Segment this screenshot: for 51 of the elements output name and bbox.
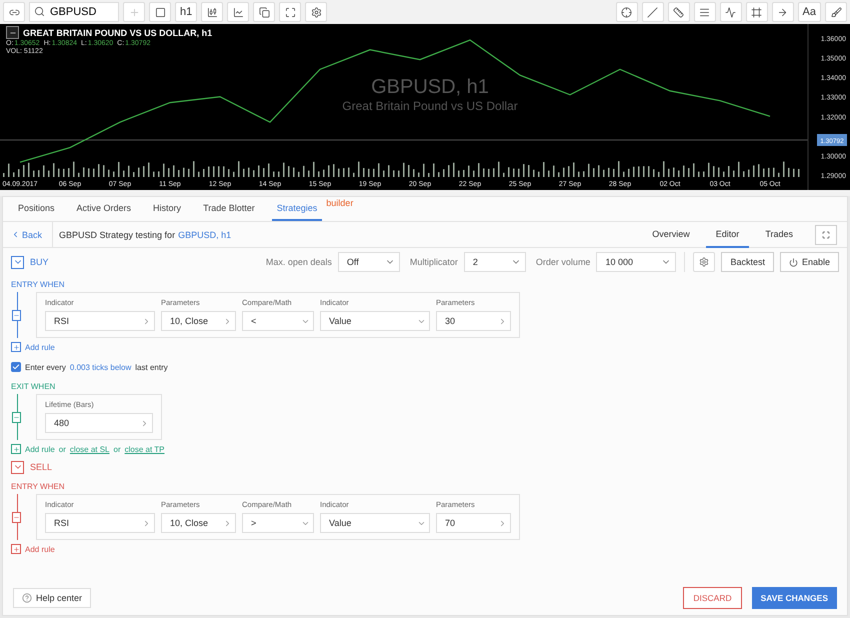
section-title: ENTRY WHEN — [11, 279, 66, 291]
help-center-button[interactable]: Help center — [13, 588, 92, 608]
picker-field[interactable]: RSI — [45, 513, 155, 533]
or-text: or — [114, 444, 121, 454]
setting-label: Max. open deals — [266, 257, 332, 267]
picker-field[interactable]: 10, Close — [161, 311, 236, 331]
tab[interactable]: Trade Blotter — [198, 197, 260, 221]
tab[interactable]: Positions — [13, 197, 60, 221]
side-label: BUY — [30, 257, 49, 267]
side-label: SELL — [30, 462, 52, 472]
view-tab[interactable]: Trades — [755, 222, 803, 248]
view-tab[interactable]: Overview — [642, 222, 700, 248]
dropdown[interactable]: Value — [320, 513, 430, 533]
text-tool-button[interactable]: Aa — [798, 2, 821, 22]
save-changes-button[interactable]: SAVE CHANGES — [752, 587, 837, 609]
search-field[interactable]: GBPUSD — [29, 2, 119, 22]
view-tab[interactable]: Editor — [706, 222, 750, 248]
repeat-text: last entry — [135, 362, 168, 372]
section-title: ENTRY WHEN — [11, 481, 66, 493]
dropdown[interactable]: Value — [320, 311, 430, 331]
dropdown[interactable]: > — [242, 513, 314, 533]
add-rule-link[interactable]: Add rule — [25, 544, 55, 554]
timeframe-button[interactable]: h1 — [175, 2, 198, 22]
backtest-button[interactable]: Backtest — [721, 252, 774, 272]
tab[interactable]: History — [148, 197, 186, 221]
chart-watermark: Great Britain Pound vs US Dollar — [342, 99, 518, 113]
chart-watermark: GBPUSD, h1 — [371, 76, 489, 99]
strategy-title: GBPUSD Strategy testing for — [59, 230, 176, 240]
back-link[interactable]: Back — [11, 222, 54, 248]
ticks-link[interactable]: 0.003 ticks below — [70, 362, 132, 372]
tab[interactable]: Strategies — [272, 197, 322, 221]
tab[interactable]: Active Orders — [72, 197, 136, 221]
chart-title: GREAT BRITAIN POUND VS US DOLLAR, h1 — [23, 28, 212, 38]
dropdown[interactable]: 2 — [464, 252, 526, 272]
dropdown[interactable]: Off — [338, 252, 400, 272]
picker-field[interactable]: 10, Close — [161, 513, 236, 533]
setting-label: Multiplicator — [410, 257, 458, 267]
dropdown[interactable]: 10 000 — [596, 252, 676, 272]
picker-field[interactable]: 70 — [436, 513, 511, 533]
or-text: or — [58, 444, 66, 454]
picker-field[interactable]: 480 — [45, 413, 153, 433]
add-rule-link[interactable]: Add rule — [25, 342, 55, 352]
section-title: EXIT WHEN — [11, 381, 56, 393]
builder-label: builder — [326, 198, 354, 208]
setting-label: Order volume — [536, 257, 590, 267]
discard-button[interactable]: DISCARD — [683, 587, 742, 609]
picker-field[interactable]: RSI — [45, 311, 155, 331]
dropdown[interactable]: < — [242, 311, 314, 331]
repeat-text: Enter every — [25, 362, 66, 372]
enable-button[interactable]: Enable — [780, 252, 839, 272]
picker-field[interactable]: 30 — [436, 311, 511, 331]
